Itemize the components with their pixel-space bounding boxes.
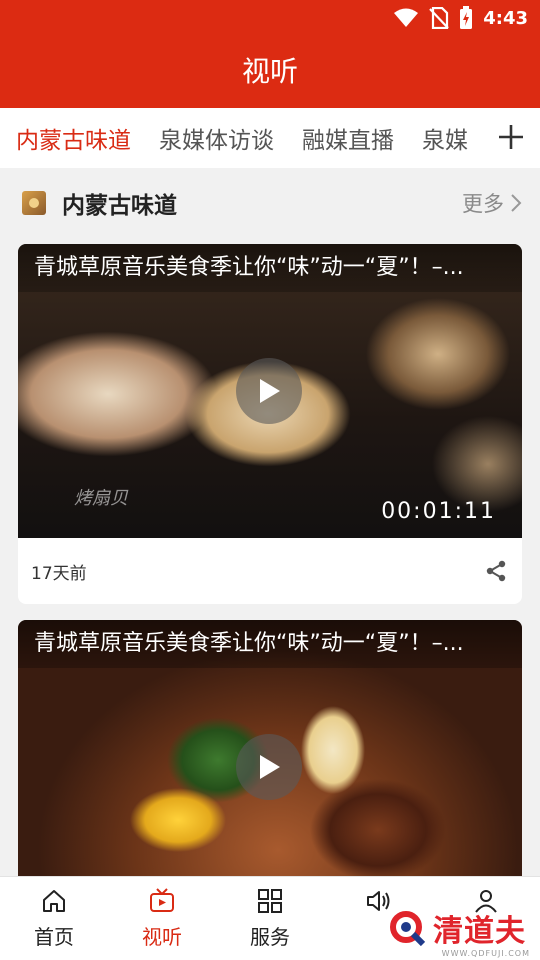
nav-label: 视听: [142, 925, 182, 949]
share-icon[interactable]: [484, 559, 508, 583]
nav-label: 首页: [34, 925, 74, 949]
status-time: 4:43: [483, 7, 528, 29]
video-thumbnail[interactable]: 烤扇贝 青城草原音乐美食季让你“味”动一“夏”！–... 00:01:11: [18, 244, 522, 538]
nav-label: 服务: [250, 925, 290, 949]
tab-quanmeiti-fangtan[interactable]: 泉媒体访谈: [145, 121, 288, 155]
top-bar: 4:43 视听: [0, 0, 540, 108]
q-logo-icon: [390, 911, 426, 947]
video-title: 青城草原音乐美食季让你“味”动一“夏”！–...: [18, 244, 522, 292]
video-title: 青城草原音乐美食季让你“味”动一“夏”！–...: [18, 620, 522, 668]
status-bar: 4:43: [393, 6, 528, 30]
site-watermark-logo: 清道夫: [387, 906, 526, 950]
battery-icon: [460, 6, 473, 29]
card-footer: 17天前: [18, 538, 522, 604]
watermark-text: 清道夫: [433, 914, 526, 949]
grid-icon: [258, 889, 282, 913]
section-title: 内蒙古味道: [62, 193, 177, 219]
nav-home[interactable]: 首页: [0, 877, 108, 960]
tv-icon: [150, 888, 174, 912]
tab-quanmei-partial[interactable]: 泉媒: [408, 121, 480, 155]
more-label: 更多: [462, 192, 504, 216]
play-button[interactable]: [236, 358, 302, 424]
tabs-scroll: 内蒙古味道 泉媒体访谈 融媒直播 泉媒: [0, 121, 480, 155]
video-card[interactable]: 青城草原音乐美食季让你“味”动一“夏”！–...: [18, 620, 522, 890]
watermark-url: WWW.QDFUJI.COM: [441, 949, 530, 958]
nav-media[interactable]: 视听: [108, 877, 216, 960]
video-thumbnail[interactable]: 青城草原音乐美食季让你“味”动一“夏”！–...: [18, 620, 522, 890]
page-title: 视听: [241, 55, 298, 88]
post-age: 17天前: [31, 563, 87, 584]
nav-services[interactable]: 服务: [216, 877, 324, 960]
video-caption-watermark: 烤扇贝: [74, 488, 128, 509]
play-icon: [260, 755, 280, 779]
more-link[interactable]: 更多: [462, 188, 522, 218]
chevron-right-icon: [511, 194, 522, 212]
wifi-icon: [394, 8, 419, 27]
no-sim-icon: [429, 7, 450, 29]
section-header: 内蒙古味道 更多: [0, 168, 540, 238]
home-icon: [43, 890, 65, 912]
tab-neimenggu-weidao[interactable]: 内蒙古味道: [16, 121, 145, 155]
tab-rongmei-zhibo[interactable]: 融媒直播: [288, 121, 408, 155]
add-tab-icon[interactable]: [496, 122, 526, 152]
category-tabs: 内蒙古味道 泉媒体访谈 融媒直播 泉媒: [0, 108, 540, 168]
section-thumbnail-icon: [22, 191, 46, 215]
play-icon: [260, 379, 280, 403]
play-button[interactable]: [236, 734, 302, 800]
video-duration: 00:01:11: [381, 499, 496, 524]
video-card[interactable]: 烤扇贝 青城草原音乐美食季让你“味”动一“夏”！–... 00:01:11 17…: [18, 244, 522, 604]
